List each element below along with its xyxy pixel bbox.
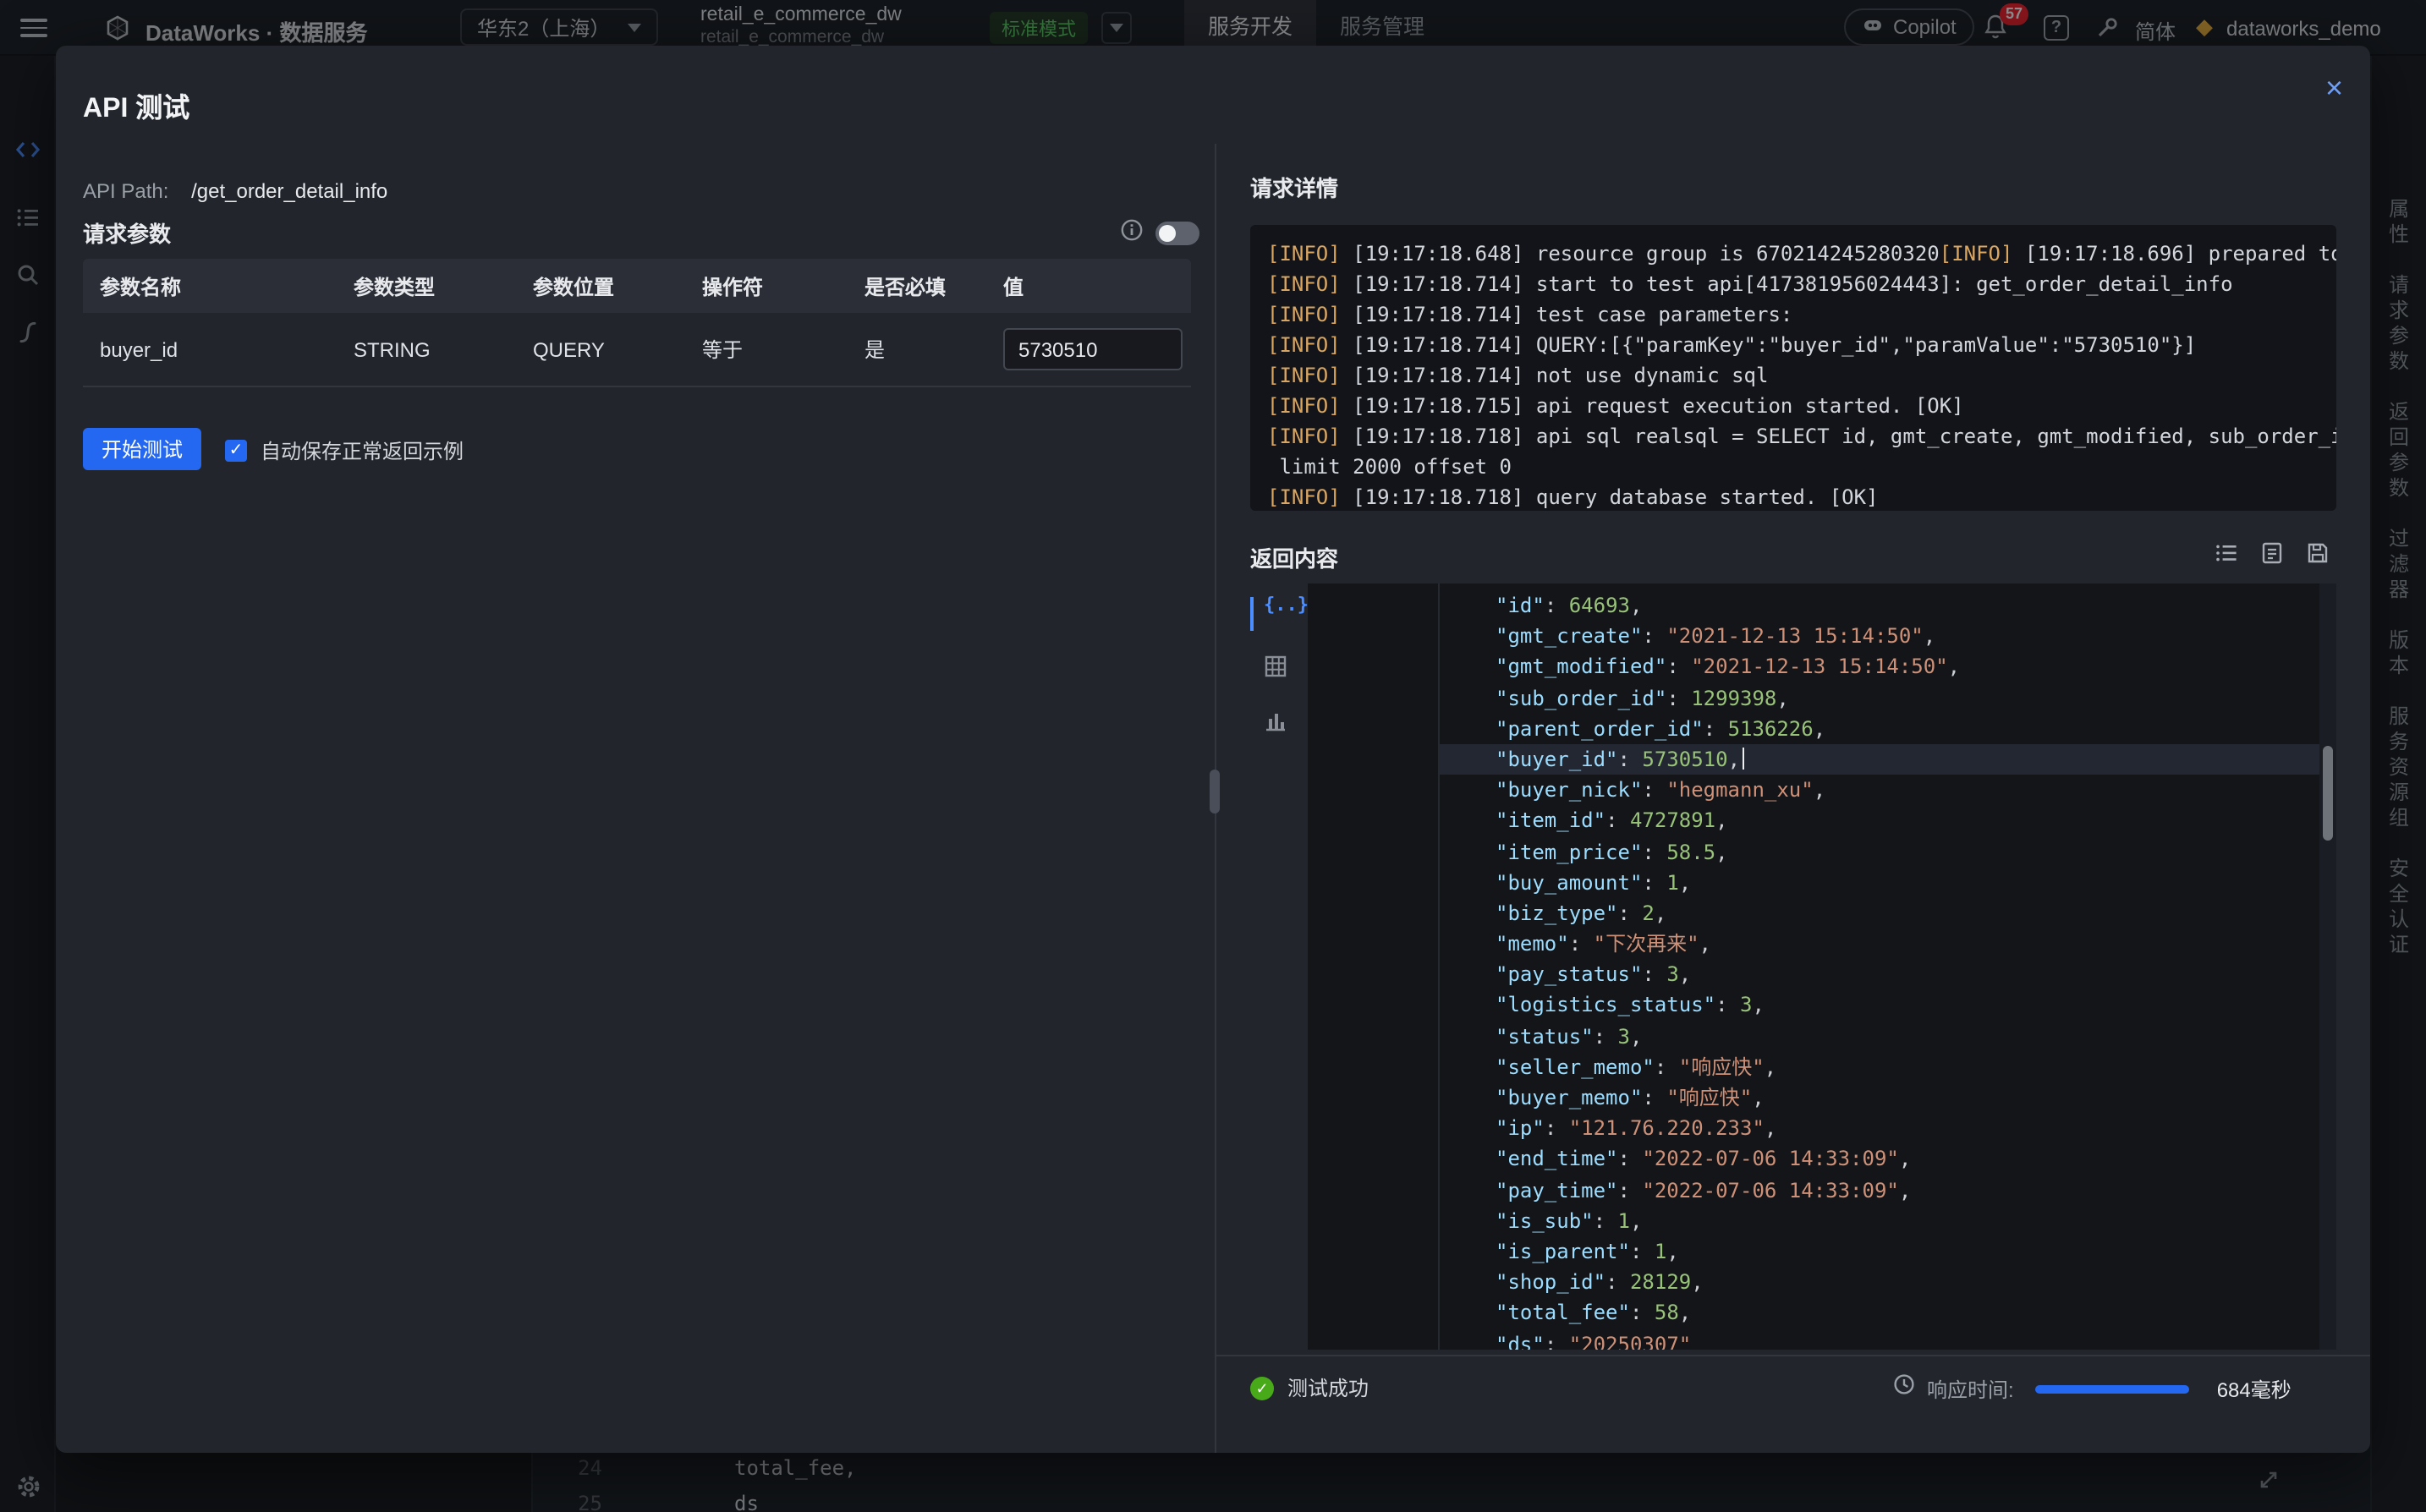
param-value-input[interactable] [1003, 328, 1183, 370]
param-required-cell: 是 [848, 335, 986, 364]
json-line: "logistics_status": 3, [1440, 990, 2319, 1021]
json-line: "sub_order_id": 1299398, [1440, 682, 2319, 713]
log-line: [INFO] [19:17:18.714] not use dynamic sq… [1267, 360, 2319, 391]
json-line: "parent_order_id": 5136226, [1440, 714, 2319, 744]
api-path-row: API Path: /get_order_detail_info [83, 179, 387, 203]
log-line: limit 2000 offset 0 [1267, 452, 2319, 482]
request-result-pane: 请求详情 [INFO] [19:17:18.648] resource grou… [1216, 46, 2370, 1453]
json-scrollbar-thumb[interactable] [2323, 746, 2333, 841]
json-viewer: {..} "id": 64693,"gmt_create": "2021-12-… [1250, 583, 2336, 1350]
json-line: "shop_id": 28129, [1440, 1267, 2319, 1297]
json-line: "item_id": 4727891, [1440, 806, 2319, 836]
toggle-knob [1159, 225, 1176, 242]
json-content[interactable]: "id": 64693,"gmt_create": "2021-12-13 15… [1308, 583, 2336, 1350]
column-header: 参数位置 [516, 271, 685, 300]
log-line: [INFO] [19:17:18.714] start to test api[… [1267, 269, 2319, 299]
param-value-cell [986, 328, 1191, 370]
param-position-cell: QUERY [516, 337, 685, 361]
response-toolbar [2215, 541, 2330, 565]
response-time-bar [2036, 1384, 2190, 1393]
json-line: "gmt_modified": "2021-12-13 15:14:50", [1440, 652, 2319, 682]
column-header: 操作符 [685, 271, 848, 300]
json-line: "is_sub": 1, [1440, 1206, 2319, 1236]
column-header: 参数名称 [83, 271, 337, 300]
json-line: "id": 64693, [1440, 590, 2319, 621]
response-time-value: 684毫秒 [2217, 1374, 2292, 1403]
json-view-icon[interactable]: {..} [1264, 594, 1309, 616]
params-table: 参数名称参数类型参数位置操作符是否必填值 buyer_idSTRINGQUERY… [83, 259, 1191, 387]
sample-mode-toggle[interactable] [1155, 222, 1199, 245]
json-line: "seller_memo": "响应快", [1440, 1052, 2319, 1082]
success-icon: ✓ [1250, 1376, 1274, 1400]
json-line: "pay_status": 3, [1440, 960, 2319, 990]
log-line: [INFO] [19:17:18.718] query database sta… [1267, 482, 2319, 511]
test-status: ✓ 测试成功 [1250, 1373, 1369, 1402]
response-list-icon[interactable] [2215, 541, 2238, 565]
json-line: "ds": "20250307" [1440, 1328, 2319, 1350]
json-line: "is_parent": 1, [1440, 1236, 2319, 1267]
json-scrollbar-track[interactable] [2319, 583, 2336, 1350]
json-line: "end_time": "2022-07-06 14:33:09", [1440, 1144, 2319, 1175]
json-view-rail: {..} [1250, 583, 1308, 1350]
app-root: DataWorks · 数据服务 华东2（上海） retail_e_commer… [0, 0, 2426, 1512]
json-line: "pay_time": "2022-07-06 14:33:09", [1440, 1175, 2319, 1205]
json-line: "item_price": 58.5, [1440, 836, 2319, 867]
auto-save-row: ✓ 自动保存正常返回示例 [225, 436, 464, 465]
json-line: "biz_type": 2, [1440, 898, 2319, 929]
param-name-cell: buyer_id [83, 337, 337, 361]
auto-save-checkbox[interactable]: ✓ [225, 440, 247, 462]
json-line: "memo": "下次再来", [1440, 929, 2319, 959]
modal-title: API 测试 [83, 85, 189, 125]
api-test-modal: API 测试 × API Path: /get_order_detail_inf… [56, 46, 2370, 1453]
json-line: "status": 3, [1440, 1021, 2319, 1051]
json-line: "buy_amount": 1, [1440, 867, 2319, 897]
json-line: "buyer_memo": "响应快", [1440, 1082, 2319, 1113]
log-line: [INFO] [19:17:18.714] test case paramete… [1267, 299, 2319, 330]
start-test-button[interactable]: 开始测试 [83, 428, 201, 470]
log-line: [INFO] [19:17:18.715] api request execut… [1267, 391, 2319, 421]
column-header: 参数类型 [337, 271, 516, 300]
request-detail-title: 请求详情 [1250, 171, 1338, 203]
status-text: 测试成功 [1287, 1373, 1369, 1402]
api-path-value: /get_order_detail_info [191, 179, 387, 203]
json-line: "total_fee": 58, [1440, 1298, 2319, 1328]
info-icon[interactable] [1120, 218, 1144, 250]
json-lines: "id": 64693,"gmt_create": "2021-12-13 15… [1308, 590, 2319, 1350]
json-line: "gmt_create": "2021-12-13 15:14:50", [1440, 621, 2319, 651]
auto-save-label: 自动保存正常返回示例 [261, 436, 464, 465]
response-time: 响应时间: 684毫秒 [1893, 1373, 2292, 1404]
request-log[interactable]: [INFO] [19:17:18.648] resource group is … [1250, 225, 2336, 511]
json-line: "ip": "121.76.220.233", [1440, 1113, 2319, 1143]
log-line: [INFO] [19:17:18.714] QUERY:[{"paramKey"… [1267, 330, 2319, 360]
log-line: [INFO] [19:17:18.648] resource group is … [1267, 238, 2319, 269]
table-view-icon[interactable] [1264, 655, 1287, 687]
params-table-body: buyer_idSTRINGQUERY等于是 [83, 313, 1191, 387]
response-save-icon[interactable] [2306, 541, 2330, 565]
text-cursor [1742, 748, 1744, 770]
chart-view-icon[interactable] [1264, 709, 1287, 741]
log-line: [INFO] [19:17:18.718] api sql realsql = … [1267, 421, 2319, 452]
response-title: 返回内容 [1250, 541, 1338, 573]
api-path-label: API Path: [83, 179, 168, 203]
json-line: "buyer_nick": "hegmann_xu", [1440, 775, 2319, 805]
param-operator-cell: 等于 [685, 335, 848, 364]
param-type-cell: STRING [337, 337, 516, 361]
active-view-indicator [1250, 597, 1254, 631]
param-row: buyer_idSTRINGQUERY等于是 [83, 313, 1191, 387]
response-time-label: 响应时间: [1927, 1374, 2014, 1403]
footer-divider [1216, 1355, 2370, 1356]
request-params-title: 请求参数 [83, 216, 171, 249]
response-doc-icon[interactable] [2260, 541, 2284, 565]
clock-icon [1893, 1373, 1915, 1404]
json-line: "buyer_id": 5730510, [1440, 744, 2319, 775]
params-table-header: 参数名称参数类型参数位置操作符是否必填值 [83, 259, 1191, 313]
column-header: 值 [986, 271, 1191, 300]
column-header: 是否必填 [848, 271, 986, 300]
